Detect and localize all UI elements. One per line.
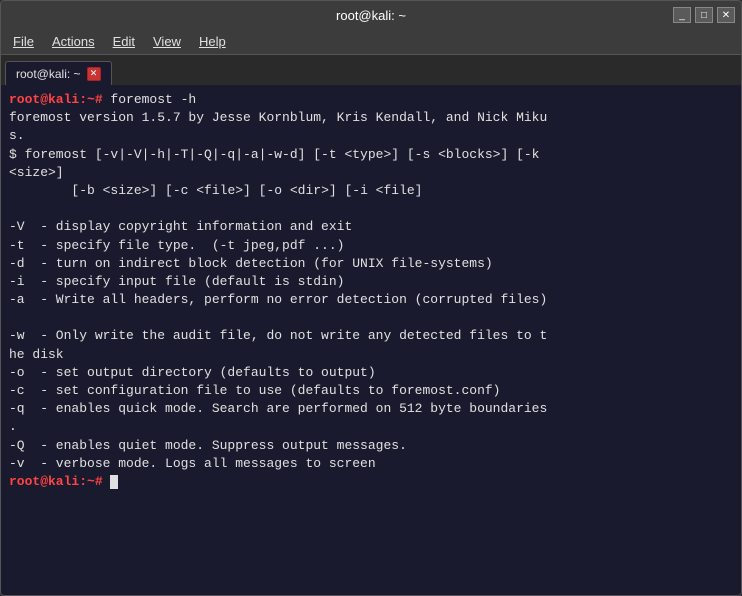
terminal-line-10: -i - specify input file (default is stdi… [9,273,733,291]
tab-bar: root@kali: ~ ✕ [1,55,741,85]
terminal-line-2: foremost version 1.5.7 by Jesse Kornblum… [9,109,733,127]
minimize-button[interactable]: _ [673,7,691,23]
terminal-content[interactable]: root@kali:~# foremost -h foremost versio… [1,85,741,595]
maximize-button[interactable]: □ [695,7,713,23]
window-title: root@kali: ~ [336,8,406,23]
terminal-line-16: -q - enables quick mode. Search are perf… [9,400,733,418]
menu-bar: File Actions Edit View Help [1,29,741,55]
terminal-line-4: $ foremost [-v|-V|-h|-T|-Q|-q|-a|-w-d] [… [9,146,733,164]
terminal-line-5: <size>] [9,164,733,182]
prompt-1: root@kali:~# [9,92,110,107]
menu-edit[interactable]: Edit [105,32,143,51]
terminal-line-7: -V - display copyright information and e… [9,218,733,236]
tab-close-button[interactable]: ✕ [87,67,101,81]
tab-root[interactable]: root@kali: ~ ✕ [5,61,112,85]
terminal-line-15: -c - set configuration file to use (defa… [9,382,733,400]
terminal-line-6: [-b <size>] [-c <file>] [-o <dir>] [-i <… [9,182,733,200]
terminal-empty-1 [9,200,733,218]
window-controls: _ □ ✕ [673,7,735,23]
prompt-final: root@kali:~# [9,474,110,489]
tab-label: root@kali: ~ [16,67,81,81]
cursor-blink [110,475,118,489]
menu-view[interactable]: View [145,32,189,51]
terminal-line-19: -v - verbose mode. Logs all messages to … [9,455,733,473]
terminal-line-14: -o - set output directory (defaults to o… [9,364,733,382]
command-1: foremost -h [110,92,196,107]
menu-help[interactable]: Help [191,32,234,51]
close-button[interactable]: ✕ [717,7,735,23]
title-bar: root@kali: ~ _ □ ✕ [1,1,741,29]
terminal-prompt-final: root@kali:~# [9,473,733,491]
menu-file[interactable]: File [5,32,42,51]
terminal-line-18: -Q - enables quiet mode. Suppress output… [9,437,733,455]
terminal-line-3: s. [9,127,733,145]
terminal-line-9: -d - turn on indirect block detection (f… [9,255,733,273]
terminal-line-1: root@kali:~# foremost -h [9,91,733,109]
terminal-line-12: -w - Only write the audit file, do not w… [9,327,733,345]
terminal-line-8: -t - specify file type. (-t jpeg,pdf ...… [9,237,733,255]
terminal-window: root@kali: ~ _ □ ✕ File Actions Edit Vie… [0,0,742,596]
terminal-empty-2 [9,309,733,327]
terminal-line-13: he disk [9,346,733,364]
menu-actions[interactable]: Actions [44,32,103,51]
terminal-line-17: . [9,418,733,436]
terminal-line-11: -a - Write all headers, perform no error… [9,291,733,309]
